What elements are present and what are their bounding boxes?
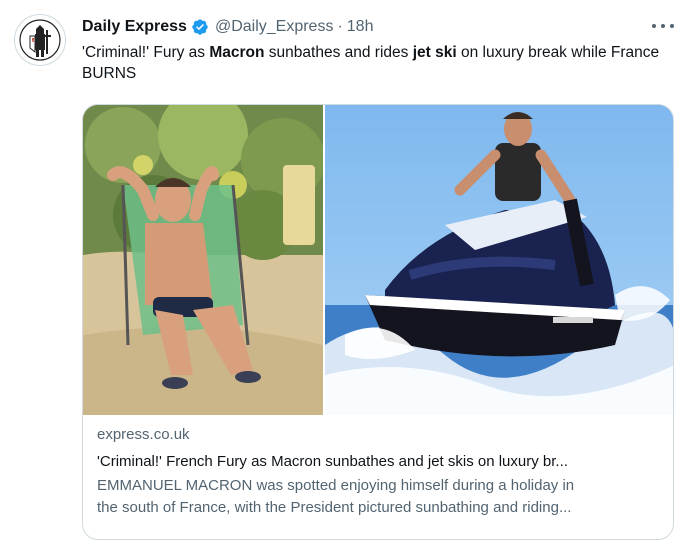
card-meta: express.co.uk 'Criminal!' French Fury as… (97, 425, 663, 519)
tweet[interactable]: Daily Express @Daily_Express · 18h 'Crim… (0, 0, 697, 555)
avatar[interactable] (14, 14, 66, 66)
timestamp[interactable]: 18h (347, 17, 374, 37)
card-description-line: the south of France, with the President … (97, 499, 572, 516)
more-options-icon[interactable] (652, 16, 674, 36)
link-card[interactable]: express.co.uk 'Criminal!' French Fury as… (82, 104, 674, 540)
tweet-header: Daily Express @Daily_Express · 18h (82, 17, 373, 37)
card-description-line: EMMANUEL MACRON was spotted enjoying him… (97, 477, 575, 494)
card-title: 'Criminal!' French Fury as Macron sunbat… (97, 453, 568, 470)
verified-badge-icon (192, 19, 208, 35)
tweet-text: 'Criminal!' Fury as Macron sunbathes and… (82, 44, 660, 82)
card-description: EMMANUEL MACRON was spotted enjoying him… (97, 475, 663, 519)
account-handle[interactable]: @Daily_Express (215, 17, 334, 37)
card-domain: express.co.uk (97, 426, 190, 443)
header-separator: · (337, 18, 343, 35)
jet-ski-photo (325, 105, 673, 415)
account-name[interactable]: Daily Express (82, 17, 187, 37)
sunbathing-photo (83, 105, 323, 415)
crusader-knight-logo-icon (19, 19, 61, 61)
